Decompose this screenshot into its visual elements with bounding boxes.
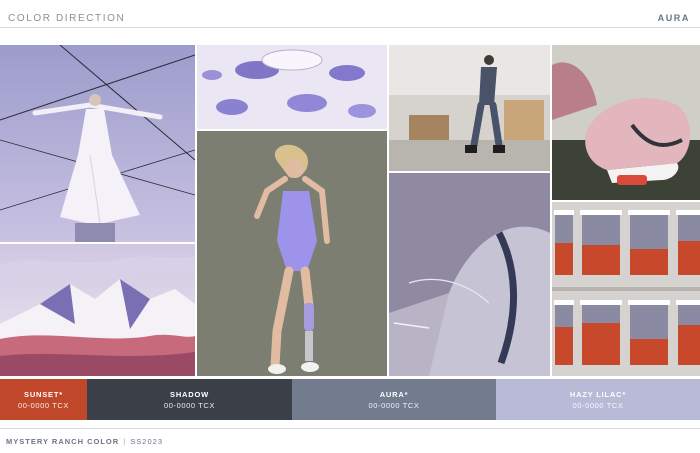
swatch-name: SHADOW — [170, 390, 209, 399]
photo-mountain-painting — [0, 244, 195, 376]
swatch-name: SUNSET* — [24, 390, 63, 399]
swatch-code: 00-0000 TCX — [572, 401, 624, 410]
swatch-hazy-lilac: HAZY LILAC* 00-0000 TCX — [496, 379, 700, 420]
palette-name: AURA — [657, 13, 690, 23]
photo-liquid-drops — [197, 45, 387, 129]
photo-model-lilac-swimsuit — [197, 131, 387, 376]
footer-separator: | — [120, 437, 130, 446]
swatch-aura: AURA* 00-0000 TCX — [292, 379, 496, 420]
footer-divider — [0, 428, 700, 429]
swatch-code: 00-0000 TCX — [17, 401, 70, 410]
page-title: COLOR DIRECTION — [8, 13, 126, 24]
photo-woodshop-worker — [389, 45, 550, 171]
swatch-name: HAZY LILAC* — [569, 390, 627, 399]
photo-woman-white-dress — [0, 45, 195, 242]
photo-coffee-cups — [552, 202, 700, 376]
footer-brand: MYSTERY RANCH COLOR — [6, 437, 120, 446]
photo-fleece-hood-closeup — [389, 173, 550, 376]
photo-pink-sneakers — [552, 45, 700, 200]
swatch-sunset: SUNSET* 00-0000 TCX — [0, 379, 87, 420]
swatch-code: 00-0000 TCX — [368, 401, 420, 410]
footer-season: SS2023 — [130, 437, 163, 446]
footer: MYSTERY RANCH COLOR | SS2023 — [6, 437, 163, 446]
swatch-code: 00-0000 TCX — [163, 401, 216, 410]
header-divider — [0, 27, 700, 28]
swatch-name: AURA* — [379, 390, 409, 399]
swatch-shadow: SHADOW 00-0000 TCX — [87, 379, 292, 420]
